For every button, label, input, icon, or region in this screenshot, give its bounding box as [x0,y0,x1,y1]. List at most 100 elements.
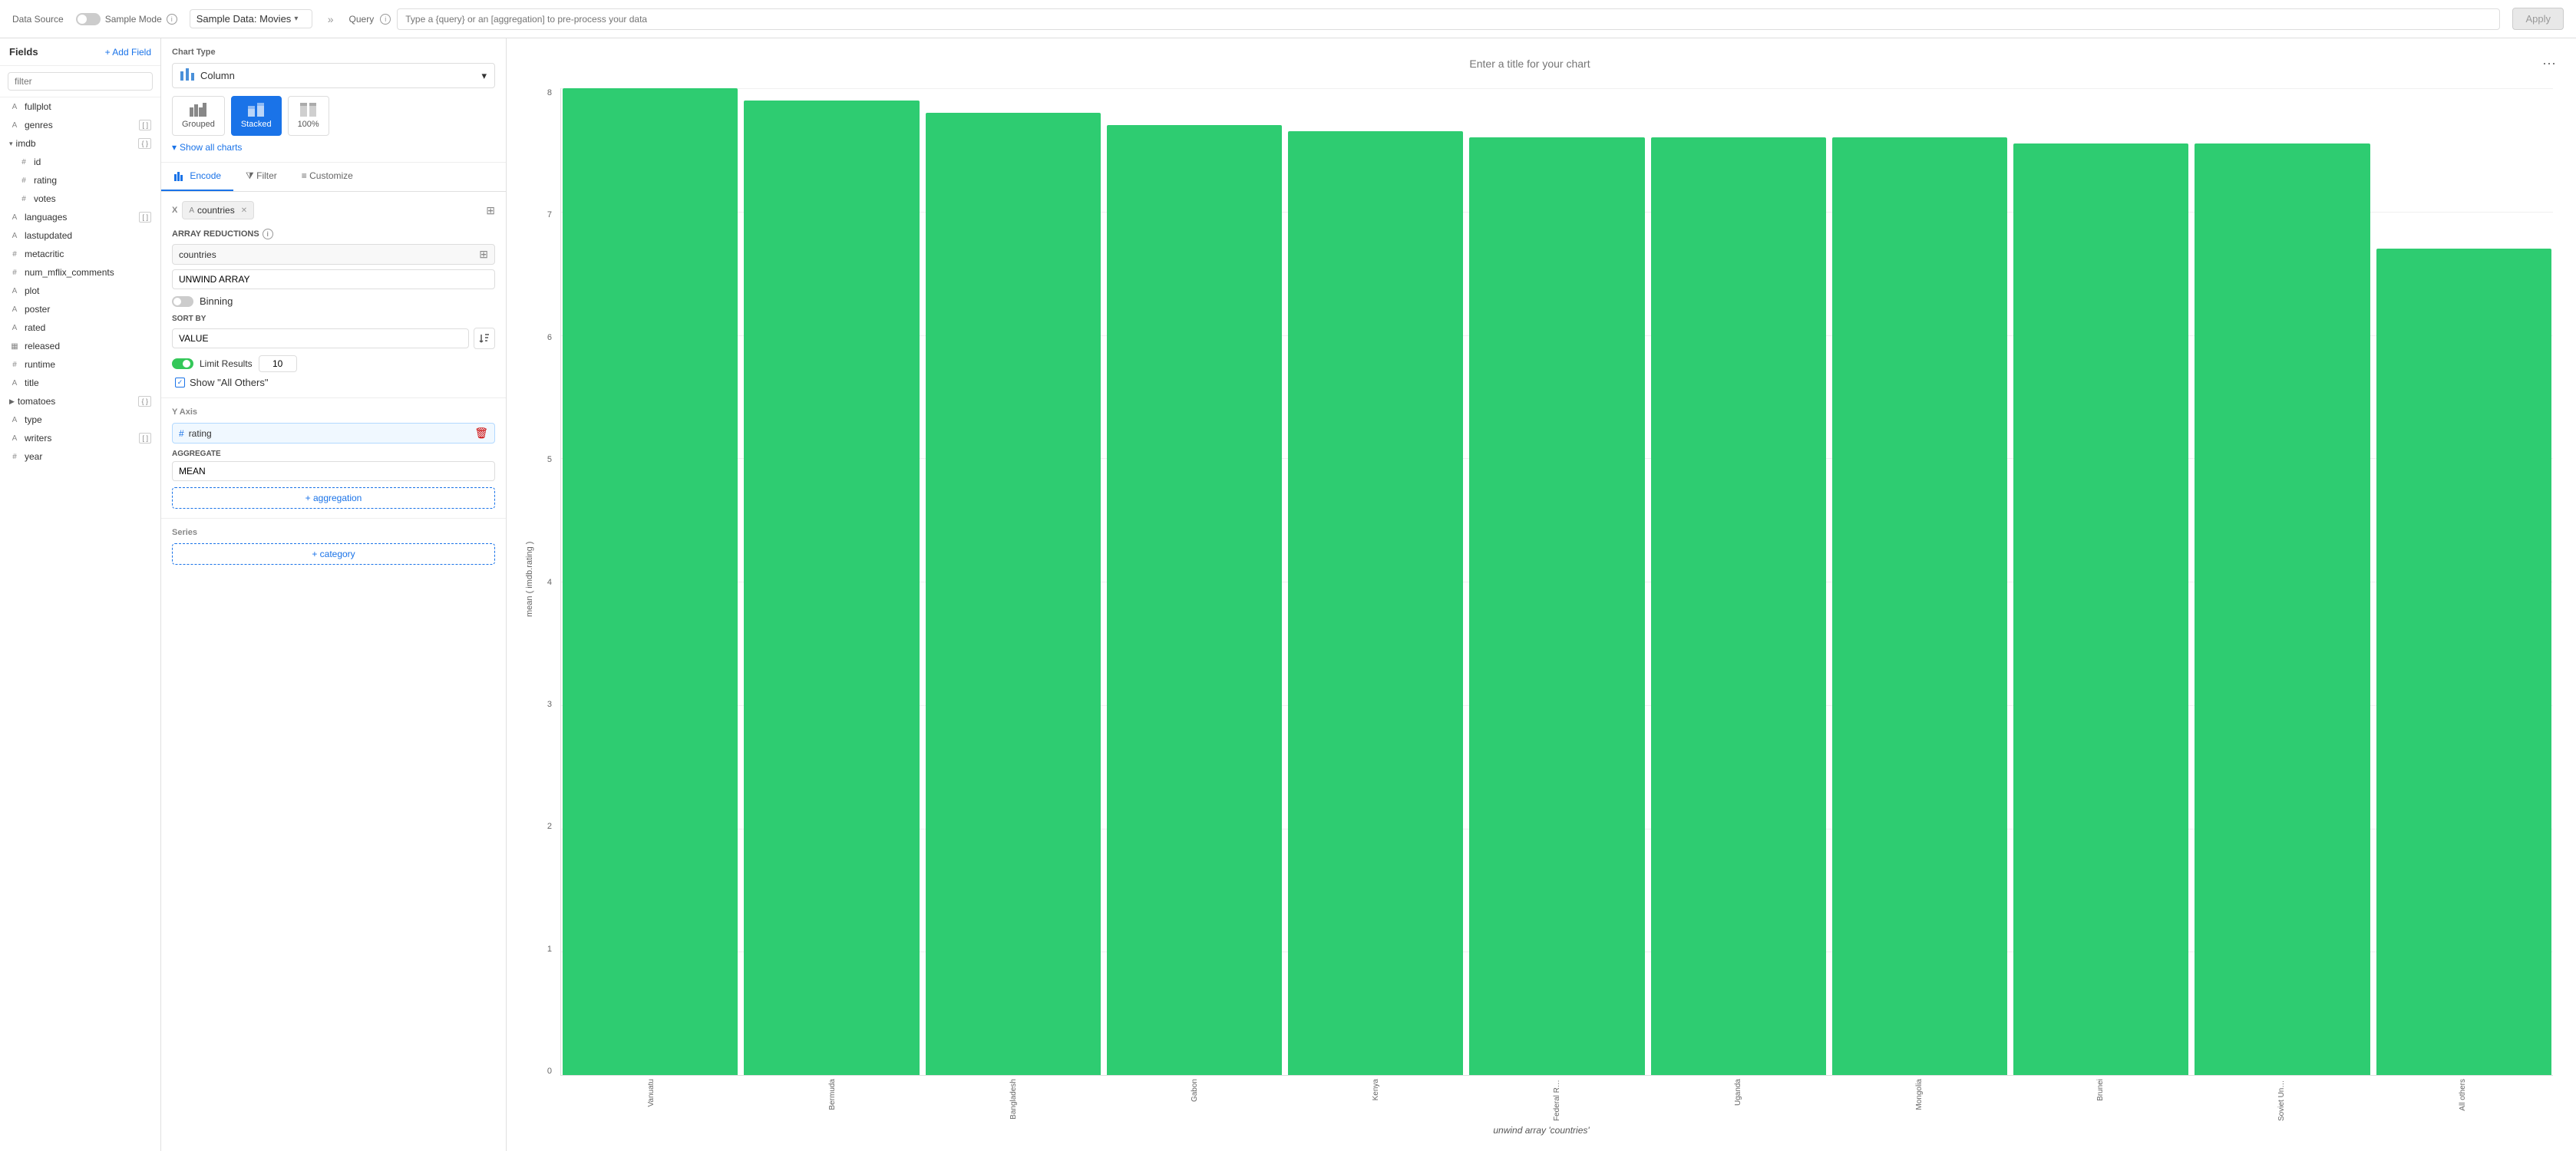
chart-options: Grouped Stacked [172,96,495,136]
datasource-arrow-icon: ▾ [294,15,298,23]
add-field-button[interactable]: + Add Field [105,47,151,58]
field-item-plot[interactable]: A plot [0,282,160,300]
chart-type-dropdown[interactable]: Column ▾ [172,63,495,88]
x-label-10: All others [2372,1076,2553,1122]
bar-group-0[interactable] [561,88,739,1075]
add-category-button[interactable]: + category [172,543,495,565]
tab-encode[interactable]: Encode [161,163,233,191]
field-item-imdb-votes[interactable]: # votes [0,190,160,208]
field-item-type[interactable]: A type [0,411,160,429]
y-field-hash-icon: # [179,428,184,439]
bar-group-9[interactable] [2193,88,2371,1075]
field-item-num_mflix_comments[interactable]: # num_mflix_comments [0,263,160,282]
field-item-released[interactable]: ▦ released [0,337,160,355]
datasource-select[interactable]: Sample Data: Movies ▾ [190,9,312,28]
query-input[interactable] [397,8,2500,30]
group-name-imdb: imdb [16,138,36,149]
field-name-fullplot: fullplot [25,101,51,112]
y-tick-2: 2 [547,822,552,831]
x-axis-header: X A countries ✕ ⊞ [172,201,495,219]
fields-title: Fields [9,46,38,58]
chart-container: mean ( imdb.rating ) 8 7 6 5 4 3 2 1 0 [522,81,2561,1122]
apply-button[interactable]: Apply [2512,8,2564,30]
chart-option-stacked[interactable]: Stacked [231,96,282,136]
encode-tabs: Encode ⧩ Filter ≡ Customize [161,163,506,192]
bar-group-3[interactable] [1105,88,1283,1075]
field-item-writers[interactable]: A writers [ ] [0,429,160,447]
query-label: Query [349,14,375,25]
sample-mode-switch[interactable] [76,13,101,25]
sort-direction-button[interactable] [474,328,495,349]
field-item-runtime[interactable]: # runtime [0,355,160,374]
x-field-expand-icon[interactable]: ⊞ [486,204,495,217]
array-reductions-info-icon[interactable]: i [263,229,273,239]
field-name-type: type [25,414,42,425]
add-aggregation-button[interactable]: + aggregation [172,487,495,509]
tab-customize-label: Customize [309,170,353,181]
bar-group-8[interactable] [2012,88,2190,1075]
show-others-row: ✓ Show "All Others" [172,377,495,388]
bar-group-10[interactable] [2375,88,2553,1075]
chart-title-input[interactable] [522,58,2538,70]
tab-filter[interactable]: ⧩ Filter [233,163,289,191]
bar-group-4[interactable] [1286,88,1465,1075]
y-tick-5: 5 [547,455,552,464]
bar-group-5[interactable] [1468,88,1646,1075]
binning-toggle[interactable] [172,296,193,307]
chart-more-button[interactable]: ··· [2538,54,2561,73]
chart-option-grouped[interactable]: Grouped [172,96,225,136]
group-item-tomatoes[interactable]: ▶ tomatoes { } [0,392,160,411]
reduction-expand-icon[interactable]: ⊞ [479,248,488,261]
fields-panel: Fields + Add Field A fullplot A genres [… [0,38,161,1151]
sample-mode-info-icon[interactable]: i [167,14,177,25]
bar-group-1[interactable] [742,88,920,1075]
field-item-imdb-id[interactable]: # id [0,153,160,171]
field-item-poster[interactable]: A poster [0,300,160,318]
reduction-type-select[interactable]: UNWIND ARRAY LENGTH FIRST LAST [172,269,495,289]
x-label-8: Brunei [2010,1076,2191,1122]
bar-8 [2013,143,2188,1075]
x-label-7: Mongolia [1828,1076,2010,1122]
y-tick-8: 8 [547,88,552,97]
field-item-title[interactable]: A title [0,374,160,392]
field-type-icon-writers: A [9,434,20,443]
field-item-lastupdated[interactable]: A lastupdated [0,226,160,245]
query-section: Query i [349,8,2501,30]
x-field-tag: A countries ✕ [182,201,254,219]
y-field-remove-button[interactable]: 🗑 [474,427,488,440]
field-item-metacritic[interactable]: # metacritic [0,245,160,263]
field-item-rated[interactable]: A rated [0,318,160,337]
bar-group-7[interactable] [1831,88,2009,1075]
field-item-fullplot[interactable]: A fullplot [0,97,160,116]
chart-header: ··· [522,54,2561,73]
limit-results-toggle[interactable] [172,358,193,369]
chart-area: ··· mean ( imdb.rating ) 8 7 6 5 4 3 2 1… [507,38,2576,1151]
x-label-5: Federal Republic of Yugoslavia [1466,1076,1647,1122]
tab-customize[interactable]: ≡ Customize [289,163,365,191]
aggregate-section: AGGREGATE MEAN SUM COUNT MIN MAX MEDIAN [172,450,495,481]
bar-group-2[interactable] [924,88,1102,1075]
show-all-charts-button[interactable]: ▾ Show all charts [172,142,495,153]
field-item-genres[interactable]: A genres [ ] [0,116,160,134]
field-type-icon-year: # [9,453,20,461]
sort-select[interactable]: VALUE LABEL COUNT [172,328,469,348]
field-type-icon-genres: A [9,121,20,130]
show-others-label: Show "All Others" [190,377,268,388]
field-item-year[interactable]: # year [0,447,160,466]
query-info-icon[interactable]: i [380,14,391,25]
field-item-imdb-rating[interactable]: # rating [0,171,160,190]
show-others-checkbox[interactable]: ✓ [175,378,185,388]
group-item-imdb[interactable]: ▾ imdb { } [0,134,160,153]
limit-results-input[interactable] [259,355,297,372]
bar-10 [2376,249,2551,1075]
y-axis-section: Y Axis # rating 🗑 AGGREGATE MEAN SUM COU… [161,397,506,518]
field-type-icon-num_mflix_comments: # [9,269,20,277]
bar-group-6[interactable] [1650,88,1828,1075]
field-item-languages[interactable]: A languages [ ] [0,208,160,226]
chart-option-100pct[interactable]: 100% [288,96,329,136]
chart-type-arrow-icon: ▾ [481,70,487,82]
fields-search-input[interactable] [8,72,153,91]
group-badge-imdb: { } [138,138,151,149]
aggregate-select[interactable]: MEAN SUM COUNT MIN MAX MEDIAN [172,461,495,481]
x-field-remove-button[interactable]: ✕ [241,206,247,215]
